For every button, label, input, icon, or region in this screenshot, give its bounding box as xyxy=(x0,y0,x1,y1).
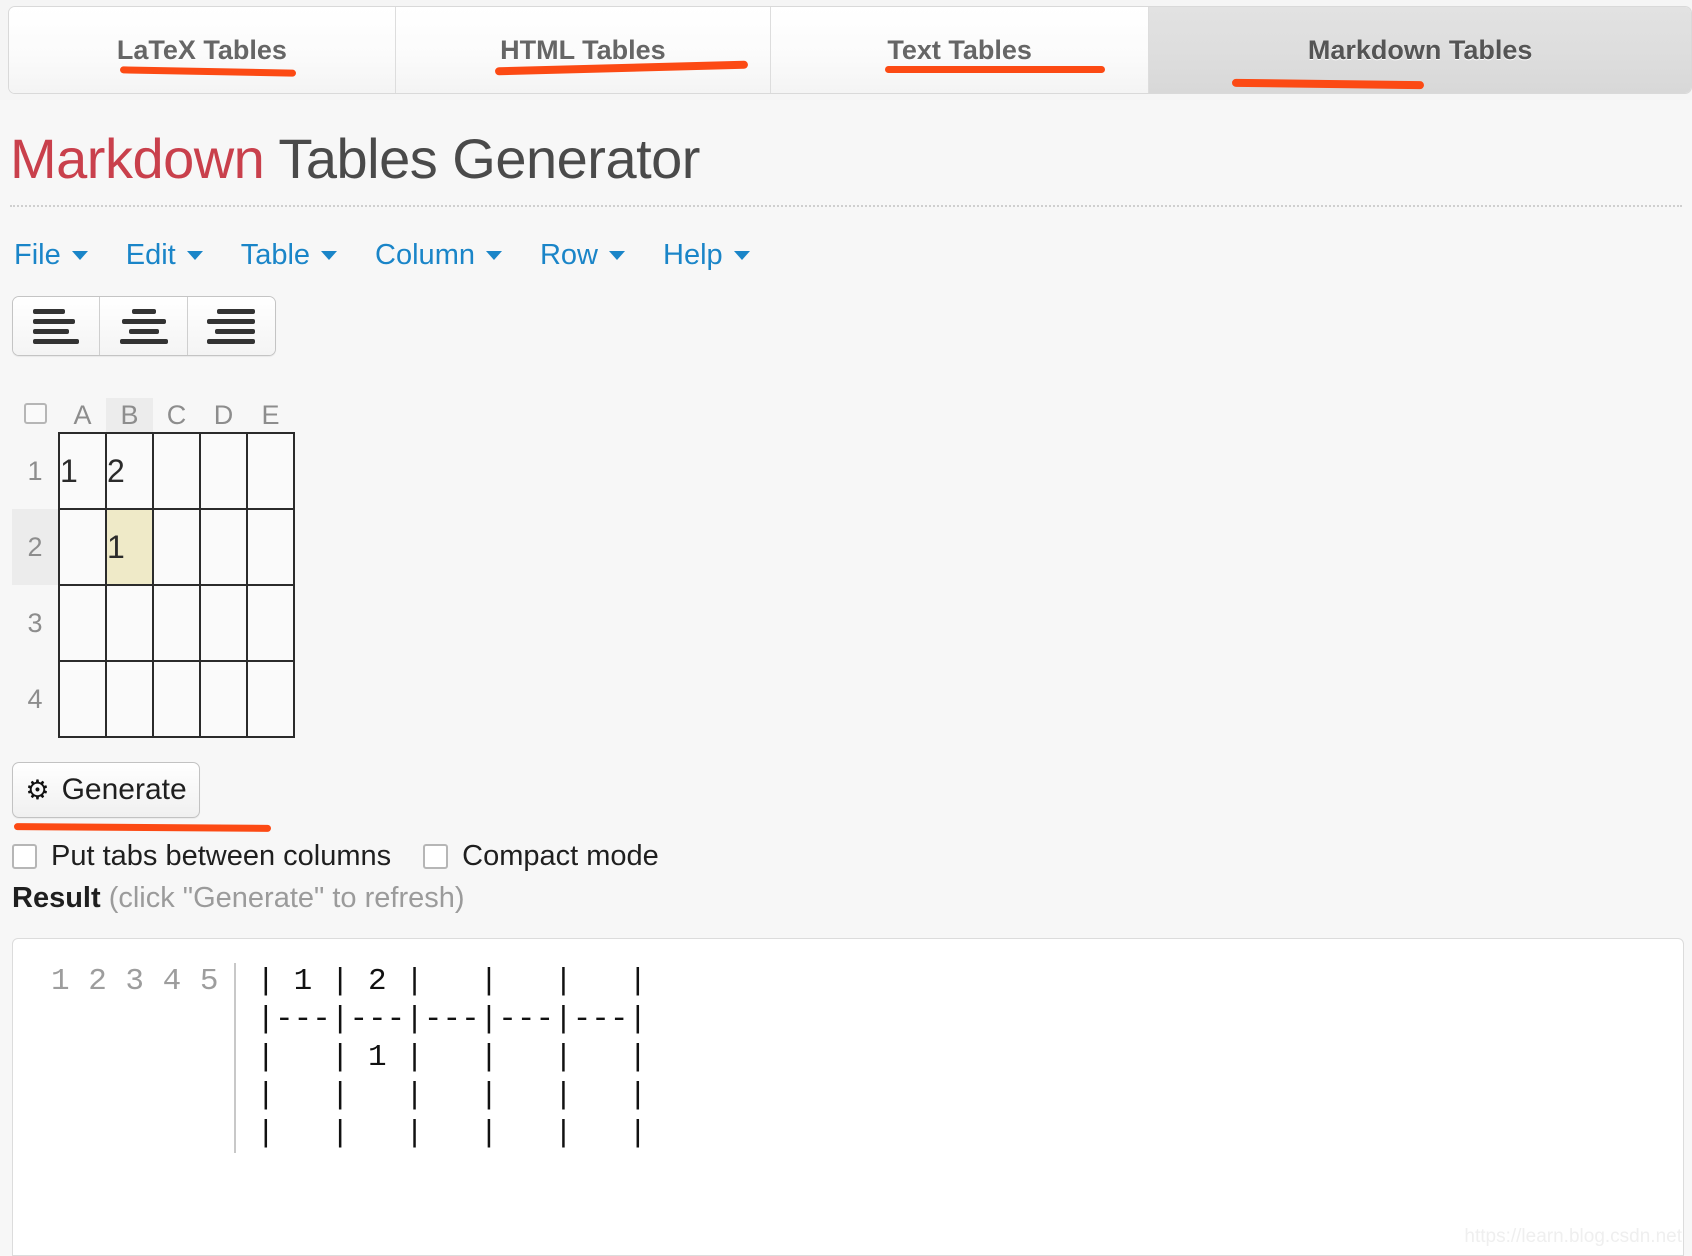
spreadsheet: A B C D E 1 1 2 2 1 3 4 xyxy=(12,398,295,738)
watermark: https://learn.blog.csdn.net xyxy=(1464,1226,1682,1247)
compact-mode-checkbox[interactable] xyxy=(423,843,449,869)
menu-label: Table xyxy=(240,238,311,271)
chevron-down-icon xyxy=(71,250,88,260)
menu-label: Column xyxy=(375,238,475,271)
tab-bar: LaTeX Tables HTML Tables Text Tables Mar… xyxy=(0,0,1692,100)
code-editor: 1 2 3 4 5 | 1 | 2 | | | | |---|---|---|-… xyxy=(51,963,647,1153)
option-compact-mode[interactable]: Compact mode xyxy=(423,840,659,873)
chevron-down-icon xyxy=(609,250,625,260)
menu-bar: File Edit Table Column Row Help xyxy=(14,232,788,278)
cell-c4[interactable] xyxy=(152,660,201,738)
tab-html-tables[interactable]: HTML Tables xyxy=(395,7,771,93)
select-all-cell[interactable] xyxy=(12,398,59,433)
page-title: Markdown Tables Generator xyxy=(10,126,700,191)
align-right-icon xyxy=(217,308,255,314)
menu-label: Edit xyxy=(125,238,176,271)
cell-b1[interactable]: 2 xyxy=(105,432,154,510)
row-header-2[interactable]: 2 xyxy=(12,509,59,585)
generate-button[interactable]: ⚙ Generate xyxy=(12,762,200,818)
cell-a3[interactable] xyxy=(58,584,107,662)
column-header-d[interactable]: D xyxy=(200,398,247,433)
cell-a4[interactable] xyxy=(58,660,107,738)
menu-item-help[interactable]: Help xyxy=(663,239,750,272)
align-center-button[interactable] xyxy=(100,297,188,355)
line-number-gutter: 1 2 3 4 5 xyxy=(51,963,237,1153)
cell-b2[interactable]: 1 xyxy=(105,508,154,586)
table-row: 1 1 2 xyxy=(12,432,295,510)
tab-label: Markdown Tables xyxy=(1307,35,1533,65)
menu-item-edit[interactable]: Edit xyxy=(126,239,203,272)
gears-icon: ⚙ xyxy=(25,774,50,805)
row-header-1[interactable]: 1 xyxy=(12,433,59,509)
tab-label: LaTeX Tables xyxy=(116,35,287,65)
cell-d4[interactable] xyxy=(199,660,248,738)
select-all-checkbox[interactable] xyxy=(24,402,47,424)
cell-e1[interactable] xyxy=(246,432,295,510)
table-editor-grid: A B C D E 1 1 2 2 1 3 4 xyxy=(12,398,295,738)
cell-e2[interactable] xyxy=(246,508,295,586)
annotation-underline-generate xyxy=(13,823,272,832)
tab-markdown-tables[interactable]: Markdown Tables xyxy=(1149,7,1691,93)
menu-item-column[interactable]: Column xyxy=(375,239,502,272)
menu-item-file[interactable]: File xyxy=(14,239,88,272)
align-left-icon xyxy=(33,308,65,314)
menu-item-table[interactable]: Table xyxy=(240,238,338,272)
cell-d3[interactable] xyxy=(199,584,248,662)
title-divider xyxy=(10,205,1682,207)
menu-label: Row xyxy=(539,238,598,271)
row-header-3[interactable]: 3 xyxy=(12,585,59,661)
tab-text-tables[interactable]: Text Tables xyxy=(770,7,1150,93)
row-header-4[interactable]: 4 xyxy=(12,661,59,737)
column-header-c[interactable]: C xyxy=(153,398,200,433)
cell-e3[interactable] xyxy=(246,584,295,662)
result-heading: Result (click "Generate" to refresh) xyxy=(12,882,465,915)
page-title-rest: Tables Generator xyxy=(264,127,700,190)
option-put-tabs-between-columns[interactable]: Put tabs between columns xyxy=(12,840,391,873)
menu-label: File xyxy=(14,238,61,271)
generate-button-label: Generate xyxy=(61,773,187,806)
menu-label: Help xyxy=(663,238,723,271)
column-header-b[interactable]: B xyxy=(106,398,153,433)
cell-d2[interactable] xyxy=(199,508,248,586)
result-label-text: Result xyxy=(12,882,101,914)
output-options: Put tabs between columns Compact mode xyxy=(12,836,691,876)
cell-a2[interactable] xyxy=(58,508,107,586)
align-right-button[interactable] xyxy=(188,297,275,355)
chevron-down-icon xyxy=(733,250,750,260)
chevron-down-icon xyxy=(186,250,203,260)
cell-c2[interactable] xyxy=(152,508,201,586)
put-tabs-checkbox[interactable] xyxy=(12,843,37,869)
cell-a1[interactable]: 1 xyxy=(58,432,107,510)
cell-c3[interactable] xyxy=(152,584,201,662)
align-left-button[interactable] xyxy=(13,297,100,355)
column-header-e[interactable]: E xyxy=(247,398,294,433)
chevron-down-icon xyxy=(485,250,502,260)
tab-label: Text Tables xyxy=(887,35,1032,65)
cell-d1[interactable] xyxy=(199,432,248,510)
page-title-accent: Markdown xyxy=(10,127,265,190)
app-root: LaTeX Tables HTML Tables Text Tables Mar… xyxy=(0,0,1692,1256)
column-header-a[interactable]: A xyxy=(59,398,106,433)
tab-list: LaTeX Tables HTML Tables Text Tables Mar… xyxy=(8,6,1692,94)
column-header-row: A B C D E xyxy=(12,398,294,433)
tab-label: HTML Tables xyxy=(500,35,666,65)
tab-latex-tables[interactable]: LaTeX Tables xyxy=(9,7,396,93)
table-row: 4 xyxy=(12,660,295,738)
result-code-box[interactable]: 1 2 3 4 5 | 1 | 2 | | | | |---|---|---|-… xyxy=(12,938,1684,1256)
table-row: 2 1 xyxy=(12,508,295,586)
cell-b4[interactable] xyxy=(105,660,154,738)
option-label: Compact mode xyxy=(462,839,659,872)
cell-e4[interactable] xyxy=(246,660,295,738)
align-center-icon xyxy=(131,308,156,314)
result-hint-text: (click "Generate" to refresh) xyxy=(108,882,465,914)
table-row: 3 xyxy=(12,584,295,662)
chevron-down-icon xyxy=(321,250,338,260)
option-label: Put tabs between columns xyxy=(51,839,392,872)
menu-item-row[interactable]: Row xyxy=(540,239,625,272)
cell-b3[interactable] xyxy=(105,584,154,662)
cell-c1[interactable] xyxy=(152,432,201,510)
markdown-output-code[interactable]: | 1 | 2 | | | | |---|---|---|---|---| | … xyxy=(236,963,647,1153)
alignment-button-group xyxy=(12,296,276,356)
